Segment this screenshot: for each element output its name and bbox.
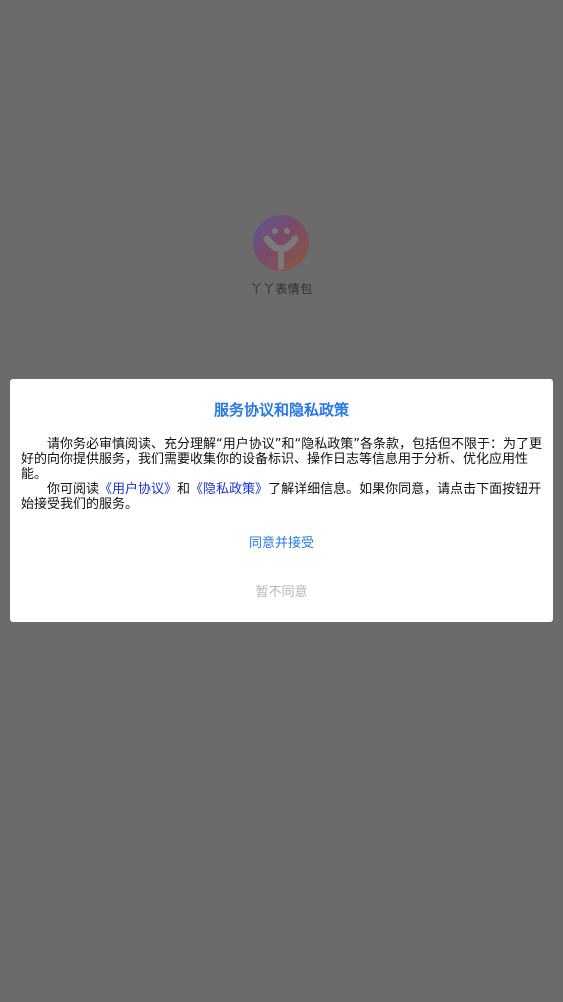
user-agreement-link[interactable]: 《用户协议》 — [99, 482, 177, 497]
dialog-body: 请你务必审慎阅读、充分理解“用户协议”和“隐私政策”各条款，包括但不限于：为了更… — [21, 437, 542, 512]
dialog-paragraph-1: 请你务必审慎阅读、充分理解“用户协议”和“隐私政策”各条款，包括但不限于：为了更… — [21, 437, 542, 482]
app-logo-icon — [253, 215, 309, 271]
paragraph-2-and: 和 — [177, 482, 191, 497]
paragraph-2-prefix: 你可阅读 — [47, 482, 100, 497]
agree-button[interactable]: 同意并接受 — [10, 531, 553, 557]
privacy-dialog: 服务协议和隐私政策 请你务必审慎阅读、充分理解“用户协议”和“隐私政策”各条款，… — [10, 379, 553, 622]
privacy-policy-link[interactable]: 《隐私政策》 — [190, 482, 268, 497]
decline-button[interactable]: 暂不同意 — [10, 580, 553, 606]
dialog-paragraph-2: 你可阅读《用户协议》和《隐私政策》了解详细信息。如果你同意，请点击下面按钮开始接… — [21, 482, 542, 512]
dialog-title: 服务协议和隐私政策 — [213, 401, 349, 419]
app-name: 丫丫表情包 — [250, 282, 313, 296]
